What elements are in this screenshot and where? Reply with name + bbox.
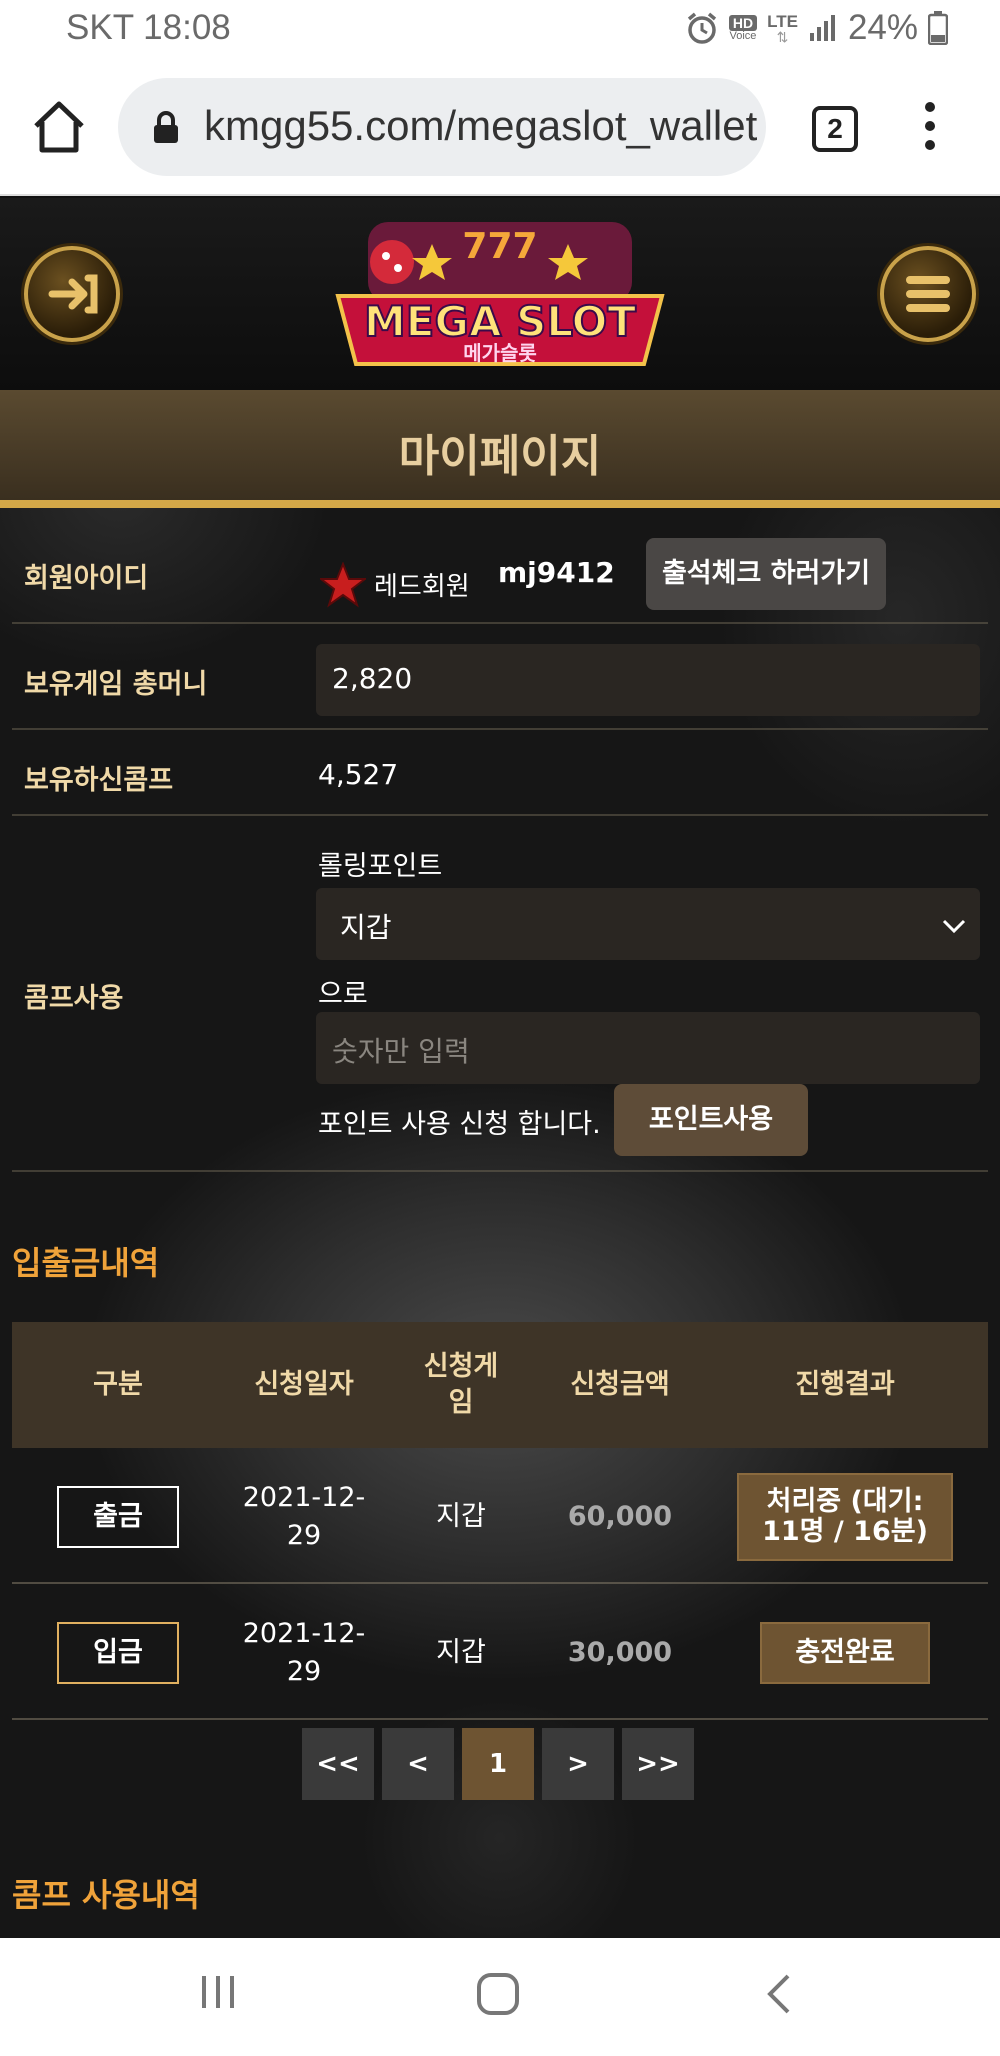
hd-voice-icon: HD Voice <box>728 14 758 42</box>
back-icon[interactable] <box>764 1972 794 2016</box>
lte-icon: LTE ⇅ <box>767 11 798 45</box>
battery-icon <box>928 11 948 45</box>
page-current-button[interactable]: 1 <box>462 1728 534 1800</box>
comp-balance-label: 보유하신콤프 <box>24 765 174 796</box>
game-cell: 지갑 <box>436 1637 486 1668</box>
attendance-check-button[interactable]: 출석체크 하러가기 <box>646 538 886 610</box>
member-user-id: mj9412 <box>498 556 615 589</box>
status-badge: 처리중 (대기: 11명 / 16분) <box>737 1473 953 1561</box>
rolling-point-label: 롤링포인트 <box>318 851 443 882</box>
table-row: 출금 2021-12- 29 지갑 60,000 처리중 (대기: 11명 / … <box>12 1450 988 1584</box>
page-next-button[interactable]: > <box>542 1728 614 1800</box>
home-nav-icon[interactable] <box>476 1972 520 2016</box>
total-money-label: 보유게임 총머니 <box>24 669 208 700</box>
login-button[interactable] <box>24 246 120 342</box>
page-prev-button[interactable]: < <box>382 1728 454 1800</box>
header-amount: 신청금액 <box>570 1369 670 1400</box>
status-bar: SKT 18:08 HD Voice LTE ⇅ 24% <box>0 0 1000 62</box>
overflow-menu-icon[interactable] <box>918 102 942 158</box>
result-cell: 충전완료 <box>702 1586 988 1720</box>
history-section-title: 입출금내역 <box>12 1244 160 1282</box>
chevron-down-icon <box>942 919 966 934</box>
comp-use-row: 콤프사용 롤링포인트 지갑 으로 숫자만 입력 포인트 사용 신청 합니다. 포… <box>12 818 988 1172</box>
header-date: 신청일자 <box>254 1369 354 1400</box>
date-cell: 2021-12- 29 <box>242 1618 366 1687</box>
menu-button[interactable] <box>880 246 976 342</box>
total-money-value: 2,820 <box>332 662 413 695</box>
status-icons: HD Voice LTE ⇅ 24% <box>685 8 948 48</box>
page-title: 마이페이지 <box>398 431 602 482</box>
apply-text: 포인트 사용 신청 합니다. <box>318 1109 601 1140</box>
member-id-row: 회원아이디 레드회원 mj9412 출석체크 하러가기 <box>12 520 988 624</box>
status-badge: 충전완료 <box>760 1622 930 1684</box>
address-bar[interactable]: kmgg55.com/megaslot_wallet <box>118 78 766 176</box>
svg-text:MEGA SLOT: MEGA SLOT <box>364 297 636 346</box>
result-cell: 처리중 (대기: 11명 / 16분) <box>702 1450 988 1584</box>
total-money-row: 보유게임 총머니 2,820 <box>12 626 988 730</box>
svg-text:777: 777 <box>462 226 537 267</box>
comp-amount-input[interactable]: 숫자만 입력 <box>316 1012 980 1084</box>
recent-apps-icon[interactable] <box>198 1972 238 2012</box>
mega-slot-logo[interactable]: 777 MEGA SLOT 메가슬롯 <box>328 214 672 382</box>
member-id-label: 회원아이디 <box>24 563 149 594</box>
comp-balance-value: 4,527 <box>318 758 399 791</box>
login-arrow-icon <box>48 274 98 314</box>
member-grade: 레드회원 <box>374 572 470 602</box>
pagination: << < 1 > >> <box>302 1728 694 1800</box>
battery-percent: 24% <box>847 8 918 47</box>
use-points-button[interactable]: 포인트사용 <box>614 1084 808 1156</box>
type-cell: 입금 <box>12 1586 224 1720</box>
header-result: 진행결과 <box>795 1369 895 1400</box>
to-label: 으로 <box>318 979 368 1010</box>
comp-balance-row: 보유하신콤프 4,527 <box>12 732 988 816</box>
deposit-badge: 입금 <box>57 1622 179 1684</box>
site-content: 777 MEGA SLOT 메가슬롯 마이페이지 회원아이디 레드회원 mj94… <box>0 198 1000 1938</box>
browser-toolbar: kmgg55.com/megaslot_wallet 2 <box>0 62 1000 196</box>
history-table-header: 구분 신청일자 신청게 임 신청금액 진행결과 <box>12 1322 988 1448</box>
signal-icon <box>809 15 835 41</box>
page-last-button[interactable]: >> <box>622 1728 694 1800</box>
withdraw-badge: 출금 <box>57 1486 179 1548</box>
comp-history-section-title: 콤프 사용내역 <box>12 1876 200 1914</box>
mypage-banner: 마이페이지 <box>0 390 1000 508</box>
hamburger-menu-icon <box>906 276 950 312</box>
home-icon[interactable] <box>30 98 88 156</box>
date-cell: 2021-12- 29 <box>242 1482 366 1551</box>
lock-icon <box>154 111 178 143</box>
page-first-button[interactable]: << <box>302 1728 374 1800</box>
amount-cell: 30,000 <box>567 1637 673 1668</box>
table-row: 입금 2021-12- 29 지갑 30,000 충전완료 <box>12 1586 988 1720</box>
header-type: 구분 <box>93 1369 143 1400</box>
android-nav-bar <box>0 1938 1000 2056</box>
url-text: kmgg55.com/megaslot_wallet <box>204 102 758 149</box>
total-money-field: 2,820 <box>316 644 980 716</box>
red-member-star-icon <box>320 562 366 608</box>
amount-cell: 60,000 <box>567 1501 673 1532</box>
wallet-select-value: 지갑 <box>340 911 392 944</box>
tab-switcher-button[interactable]: 2 <box>812 106 858 152</box>
alarm-icon <box>687 12 716 44</box>
game-cell: 지갑 <box>436 1501 486 1532</box>
wallet-select[interactable]: 지갑 <box>316 888 980 960</box>
type-cell: 출금 <box>12 1450 224 1584</box>
svg-text:메가슬롯: 메가슬롯 <box>463 341 537 365</box>
site-header: 777 MEGA SLOT 메가슬롯 <box>0 198 1000 390</box>
header-game: 신청게 임 <box>423 1351 499 1418</box>
comp-use-label: 콤프사용 <box>24 983 124 1014</box>
carrier-time: SKT 18:08 <box>66 8 231 47</box>
comp-amount-placeholder: 숫자만 입력 <box>332 1035 470 1068</box>
